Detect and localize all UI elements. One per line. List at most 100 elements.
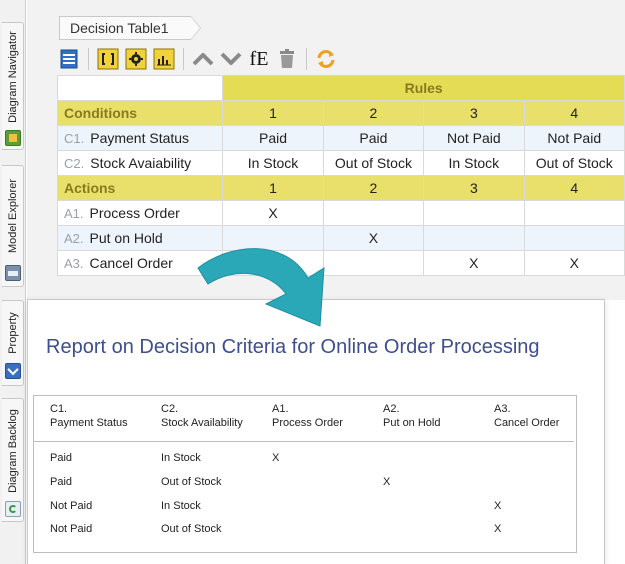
conditions-header-row: Conditions 1 2 3 4 (56, 100, 625, 126)
action-cell[interactable]: X (423, 250, 525, 276)
action-cell[interactable] (523, 200, 625, 226)
report-cell: Out of Stock (161, 523, 222, 535)
model-explorer-icon (5, 265, 21, 281)
condition-cell[interactable]: Not Paid (523, 125, 625, 151)
report-header-divider (34, 441, 574, 442)
bracket-icon[interactable] (96, 47, 120, 71)
report-cell: In Stock (161, 452, 201, 464)
rule-number[interactable]: 4 (523, 175, 625, 201)
property-icon (5, 363, 21, 379)
condition-cell[interactable]: Out of Stock (523, 150, 625, 176)
rule-number[interactable]: 1 (222, 100, 324, 126)
action-cell[interactable] (523, 225, 625, 251)
document-tab[interactable]: Decision Table1 (59, 16, 201, 40)
action-cell[interactable] (423, 225, 525, 251)
rule-number[interactable]: 3 (423, 100, 525, 126)
action-row: A1. Process Order X (56, 200, 625, 226)
action-code: A2. (64, 231, 84, 246)
move-down-icon[interactable] (219, 47, 243, 71)
side-tab-label: Diagram Backlog (7, 409, 20, 493)
report-column-name: Cancel Order (494, 417, 560, 429)
move-up-icon[interactable] (191, 47, 215, 71)
action-label[interactable]: A1. Process Order (56, 200, 224, 226)
side-tab-property[interactable]: Property (2, 300, 24, 386)
document-tab-label: Decision Table1 (70, 20, 169, 36)
rule-number[interactable]: 2 (322, 100, 425, 126)
report-cell: X (383, 476, 391, 488)
side-tab-label: Model Explorer (7, 179, 20, 253)
report-cell: Out of Stock (161, 476, 222, 488)
condition-cell[interactable]: Out of Stock (322, 150, 425, 176)
toolbar-separator (183, 48, 184, 70)
side-tab-diagram-backlog[interactable]: Diagram Backlog (2, 398, 24, 522)
condition-label[interactable]: C2. Stock Avaiability (56, 150, 224, 176)
trash-icon[interactable] (275, 47, 299, 71)
action-code: A1. (64, 206, 84, 221)
condition-cell[interactable]: Not Paid (423, 125, 525, 151)
condition-cell[interactable]: In Stock (222, 150, 324, 176)
report-title: Report on Decision Criteria for Online O… (46, 336, 540, 358)
diagram-navigator-icon (5, 130, 21, 146)
diagram-backlog-icon (5, 501, 21, 517)
toolbar-separator (306, 48, 307, 70)
condition-name: Stock Avaiability (90, 155, 192, 171)
report-column-code: A3. (494, 403, 511, 415)
rule-number[interactable]: 3 (423, 175, 525, 201)
action-name: Process Order (89, 205, 180, 221)
report-panel: Report on Decision Criteria for Online O… (27, 299, 605, 564)
report-column-header: C2. Stock Availability (161, 402, 243, 430)
report-table: C1. Payment Status C2. Stock Availability … (33, 395, 577, 553)
chart-icon[interactable] (152, 47, 176, 71)
actions-header-row: Actions 1 2 3 4 (56, 175, 625, 201)
condition-cell[interactable]: In Stock (423, 150, 525, 176)
rule-number[interactable]: 4 (523, 100, 625, 126)
condition-row: C2. Stock Avaiability In Stock Out of Sto… (56, 150, 625, 176)
actions-header: Actions (56, 175, 224, 201)
report-cell: Not Paid (50, 523, 93, 535)
condition-code: C1. (64, 131, 85, 146)
condition-row: C1. Payment Status Paid Paid Not Paid Not… (56, 125, 625, 151)
report-column-code: C1. (50, 403, 68, 415)
rule-number[interactable]: 2 (322, 175, 425, 201)
expression-editor-label: fE (249, 47, 269, 70)
report-column-name: Put on Hold (383, 417, 441, 429)
side-tab-diagram-navigator[interactable]: Diagram Navigator (2, 22, 24, 150)
report-column-header: C1. Payment Status (50, 402, 128, 430)
report-column-code: A2. (383, 403, 400, 415)
side-tab-label: Diagram Navigator (7, 31, 20, 123)
action-name: Put on Hold (89, 230, 163, 246)
action-cell[interactable]: X (523, 250, 625, 276)
expression-editor-icon[interactable]: fE (247, 47, 271, 71)
report-column-code: C2. (161, 403, 179, 415)
action-name: Cancel Order (89, 255, 173, 271)
report-cell: X (494, 500, 502, 512)
toolbar-separator (88, 48, 89, 70)
report-column-header: A2. Put on Hold (383, 402, 440, 430)
action-cell[interactable]: X (222, 200, 324, 226)
table-corner (56, 75, 224, 101)
condition-code: C2. (64, 156, 85, 171)
condition-cell[interactable]: Paid (322, 125, 425, 151)
rules-header: Rules (222, 75, 625, 101)
action-cell[interactable] (322, 200, 425, 226)
condition-cell[interactable]: Paid (222, 125, 324, 151)
action-cell[interactable] (423, 200, 525, 226)
side-tab-model-explorer[interactable]: Model Explorer (2, 165, 24, 287)
gear-icon[interactable] (124, 47, 148, 71)
side-tab-label: Property (7, 312, 20, 354)
report-column-header: A1. Process Order (272, 402, 343, 430)
condition-name: Payment Status (90, 130, 190, 146)
table-icon[interactable] (57, 47, 81, 71)
toolbar: fE (57, 44, 338, 74)
report-column-name: Payment Status (50, 417, 128, 429)
report-cell: Not Paid (50, 500, 93, 512)
report-cell: X (494, 523, 502, 535)
curved-arrow-icon (197, 248, 325, 327)
report-column-name: Process Order (272, 417, 343, 429)
report-cell: Paid (50, 476, 73, 488)
refresh-icon[interactable] (314, 47, 338, 71)
rule-number[interactable]: 1 (222, 175, 324, 201)
condition-label[interactable]: C1. Payment Status (56, 125, 224, 151)
report-cell: X (272, 452, 280, 464)
conditions-header: Conditions (56, 100, 224, 126)
